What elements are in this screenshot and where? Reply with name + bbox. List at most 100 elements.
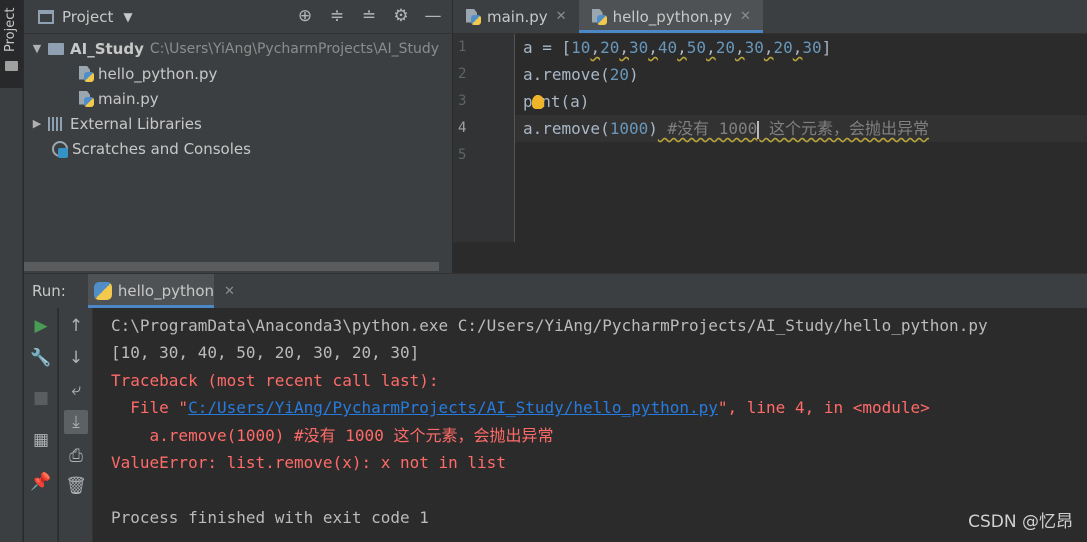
console-code-line: a.remove(1000) #没有 1000 这个元素，会抛出异常 bbox=[111, 425, 554, 445]
project-panel-title[interactable]: Project bbox=[62, 8, 113, 26]
python-file-icon bbox=[78, 91, 94, 107]
code-number: 1000 bbox=[609, 119, 649, 138]
console-command: C:\ProgramData\Anaconda3\python.exe C:/U… bbox=[111, 316, 988, 335]
tree-item-scratches[interactable]: Scratches and Consoles bbox=[24, 136, 452, 161]
tree-item-label: hello_python.py bbox=[98, 64, 218, 83]
project-tree: ▼ AI_Study C:\Users\YiAng\PycharmProject… bbox=[24, 34, 452, 161]
close-icon[interactable]: ✕ bbox=[740, 9, 751, 24]
soft-wrap-icon[interactable]: ⤶ bbox=[64, 378, 88, 402]
libraries-icon bbox=[48, 116, 64, 131]
tree-item-hello-python[interactable]: hello_python.py bbox=[24, 61, 452, 86]
code-number: 50 bbox=[686, 38, 707, 57]
tab-hello-python-py[interactable]: hello_python.py ✕ bbox=[578, 0, 764, 33]
code-number: 40 bbox=[657, 38, 678, 57]
project-toolbar: ⊕ ≑ ≐ ⚙ — bbox=[294, 6, 444, 26]
tab-main-py[interactable]: main.py ✕ bbox=[453, 0, 579, 33]
console-file-link[interactable]: C:/Users/YiAng/PycharmProjects/AI_Study/… bbox=[188, 398, 718, 417]
close-icon[interactable]: ✕ bbox=[224, 284, 235, 299]
python-file-icon bbox=[591, 9, 607, 25]
print-icon[interactable]: ⎙ bbox=[64, 444, 88, 468]
wrench-icon[interactable]: 🔧 bbox=[29, 346, 53, 370]
console-traceback: Traceback (most recent call last): bbox=[111, 370, 439, 390]
code-number: 30 bbox=[802, 38, 822, 57]
project-tool-tab[interactable]: Project bbox=[0, 0, 23, 88]
code-token: a.remove( bbox=[523, 65, 610, 84]
line-number: 4 bbox=[458, 120, 467, 136]
root-folder-name: AI_Study bbox=[70, 39, 144, 58]
tree-item-main[interactable]: main.py bbox=[24, 86, 452, 111]
editor: main.py ✕ hello_python.py ✕ 1 2 3 4 5 a … bbox=[453, 0, 1087, 273]
rerun-icon[interactable]: ▶ bbox=[29, 314, 53, 338]
code-token: a = [ bbox=[523, 38, 572, 57]
console-output-line: [10, 30, 40, 50, 20, 30, 20, 30] bbox=[111, 343, 420, 363]
tree-item-label: External Libraries bbox=[70, 114, 202, 133]
trash-icon[interactable]: 🗑 bbox=[64, 474, 88, 498]
arrow-up-icon[interactable]: ↑ bbox=[64, 314, 88, 338]
scratches-icon bbox=[50, 140, 68, 158]
line-number: 1 bbox=[458, 39, 467, 55]
run-header: Run: hello_python ✕ bbox=[24, 274, 1087, 308]
run-panel: Run: hello_python ✕ ▶ 🔧 ■ ▦ 📌 ↑ ↓ ⤶ ⤓ ⎙ … bbox=[24, 273, 1087, 542]
code-area[interactable]: a = [10,20,30,40,50,20,30,20,30] a.remov… bbox=[515, 34, 1087, 169]
console-error: ValueError: list.remove(x): x not in lis… bbox=[111, 452, 506, 472]
expand-all-icon[interactable]: ≑ bbox=[326, 6, 348, 26]
run-label: Run: bbox=[32, 282, 66, 300]
tree-item-label: main.py bbox=[98, 89, 159, 108]
code-token: ) bbox=[628, 65, 639, 84]
code-comment: #没有 1000 bbox=[657, 119, 758, 138]
console-output[interactable]: C:\ProgramData\Anaconda3\python.exe C:/U… bbox=[111, 308, 1087, 542]
lightbulb-icon[interactable] bbox=[531, 94, 544, 109]
run-tab[interactable]: hello_python bbox=[87, 274, 215, 308]
run-tab-label: hello_python bbox=[117, 282, 215, 300]
gear-icon[interactable]: ⚙ bbox=[390, 6, 412, 26]
console-file-line: File "C:/Users/YiAng/PycharmProjects/AI_… bbox=[111, 394, 1087, 421]
line-number-gutter: 1 2 3 4 5 bbox=[453, 34, 515, 242]
tree-item-label: Scratches and Consoles bbox=[72, 139, 251, 158]
locate-icon[interactable]: ⊕ bbox=[294, 6, 316, 26]
horizontal-scrollbar[interactable] bbox=[24, 262, 439, 271]
run-toolbar-primary: ▶ 🔧 ■ ▦ 📌 bbox=[24, 308, 58, 542]
code-number: 20 bbox=[773, 38, 793, 57]
folder-icon bbox=[5, 61, 18, 71]
layout-icon[interactable]: ▦ bbox=[29, 428, 53, 452]
code-number: 20 bbox=[600, 38, 620, 57]
chevron-right-icon[interactable]: ▶ bbox=[30, 117, 44, 130]
code-line-2: a.remove(20) bbox=[515, 61, 1087, 88]
scroll-to-end-icon[interactable]: ⤓ bbox=[64, 410, 88, 434]
collapse-all-icon[interactable]: ≐ bbox=[358, 6, 380, 26]
code-comment: 这个元素，会抛出异常 bbox=[759, 119, 929, 138]
chevron-down-icon[interactable]: ▼ bbox=[30, 42, 44, 55]
code-line-3: pint(a) bbox=[515, 88, 1087, 115]
chevron-down-icon[interactable]: ▼ bbox=[123, 10, 132, 24]
tree-item-root[interactable]: ▼ AI_Study C:\Users\YiAng\PycharmProject… bbox=[24, 36, 452, 61]
editor-tab-bar: main.py ✕ hello_python.py ✕ bbox=[453, 0, 1087, 34]
pin-icon[interactable]: 📌 bbox=[29, 470, 53, 494]
root-folder-path: C:\Users\YiAng\PycharmProjects\AI_Study bbox=[149, 40, 440, 57]
left-tool-strip: Project bbox=[0, 0, 23, 542]
line-number: 5 bbox=[458, 147, 467, 163]
console-file-prefix: File " bbox=[111, 398, 189, 418]
line-number: 2 bbox=[458, 66, 467, 82]
code-line-1: a = [10,20,30,40,50,20,30,20,30] bbox=[523, 38, 832, 57]
arrow-down-icon[interactable]: ↓ bbox=[64, 346, 88, 370]
watermark: CSDN @忆昂 bbox=[968, 512, 1073, 532]
code-number: 10 bbox=[571, 38, 591, 57]
code-token: ] bbox=[821, 38, 832, 57]
stop-icon[interactable]: ■ bbox=[29, 386, 53, 410]
minimize-icon[interactable]: — bbox=[422, 6, 444, 26]
line-number: 3 bbox=[458, 93, 467, 109]
code-line-4: a.remove(1000) #没有 1000 这个元素，会抛出异常 bbox=[515, 115, 1087, 142]
tree-item-external-libraries[interactable]: ▶ External Libraries bbox=[24, 111, 452, 136]
close-icon[interactable]: ✕ bbox=[556, 9, 567, 24]
python-file-icon bbox=[78, 66, 94, 82]
code-token: ) bbox=[648, 119, 658, 138]
tab-label: hello_python.py bbox=[612, 7, 732, 26]
project-panel: Project ▼ ⊕ ≑ ≐ ⚙ — ▼ AI_Study C:\Users\… bbox=[24, 0, 452, 273]
window-icon bbox=[38, 9, 54, 24]
python-icon bbox=[93, 282, 112, 300]
folder-icon bbox=[48, 42, 64, 55]
console-file-suffix: ", line 4, in <module> bbox=[717, 398, 930, 418]
python-file-icon bbox=[465, 9, 481, 25]
